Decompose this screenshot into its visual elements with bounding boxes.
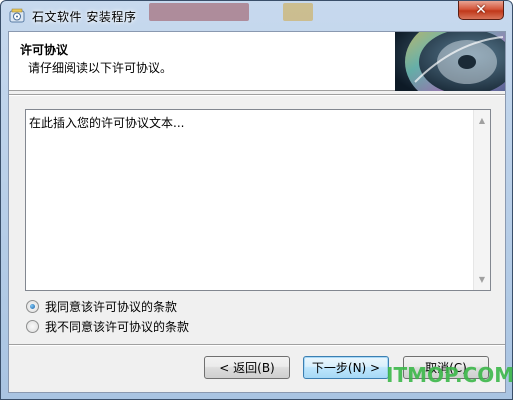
next-button[interactable]: 下一步(N) > bbox=[303, 356, 389, 379]
installer-window: 石文软件 安装程序 ✕ 许可协议 请仔细阅读以下许可协议。 在此插入您的许可协议… bbox=[0, 0, 513, 400]
dialog-body: 许可协议 请仔细阅读以下许可协议。 在此插入您的许可协议文本... ▲ ▼ 我同… bbox=[8, 31, 506, 393]
close-button[interactable]: ✕ bbox=[458, 1, 504, 20]
back-button[interactable]: < 返回(B) bbox=[204, 356, 290, 379]
agree-label[interactable]: 我同意该许可协议的条款 bbox=[45, 298, 177, 315]
scroll-up-icon[interactable]: ▲ bbox=[474, 112, 490, 129]
window-title: 石文软件 安装程序 bbox=[32, 10, 137, 24]
page-subtitle: 请仔细阅读以下许可协议。 bbox=[28, 61, 173, 75]
agree-radio[interactable] bbox=[26, 300, 39, 313]
page-title: 许可协议 bbox=[20, 43, 69, 57]
background-tab-blur bbox=[283, 3, 313, 21]
close-icon: ✕ bbox=[475, 2, 487, 18]
agree-option[interactable]: 我同意该许可协议的条款 bbox=[26, 298, 177, 315]
cd-disc-image bbox=[395, 32, 505, 91]
footer-divider bbox=[9, 344, 505, 346]
disagree-option[interactable]: 我不同意该许可协议的条款 bbox=[26, 318, 189, 335]
site-watermark: ITMOP.COM bbox=[386, 363, 513, 387]
disagree-radio[interactable] bbox=[26, 320, 39, 333]
page-header: 许可协议 请仔细阅读以下许可协议。 bbox=[9, 32, 505, 91]
title-bar[interactable]: 石文软件 安装程序 ✕ bbox=[1, 1, 512, 31]
installer-icon bbox=[9, 8, 25, 23]
background-tab-blur bbox=[149, 3, 249, 21]
license-text: 在此插入您的许可协议文本... bbox=[29, 116, 185, 130]
license-text-area[interactable]: 在此插入您的许可协议文本... ▲ ▼ bbox=[25, 109, 491, 291]
header-divider bbox=[9, 94, 505, 96]
license-scrollbar[interactable]: ▲ ▼ bbox=[473, 110, 490, 290]
disagree-label[interactable]: 我不同意该许可协议的条款 bbox=[45, 318, 189, 335]
scroll-down-icon[interactable]: ▼ bbox=[474, 271, 490, 288]
